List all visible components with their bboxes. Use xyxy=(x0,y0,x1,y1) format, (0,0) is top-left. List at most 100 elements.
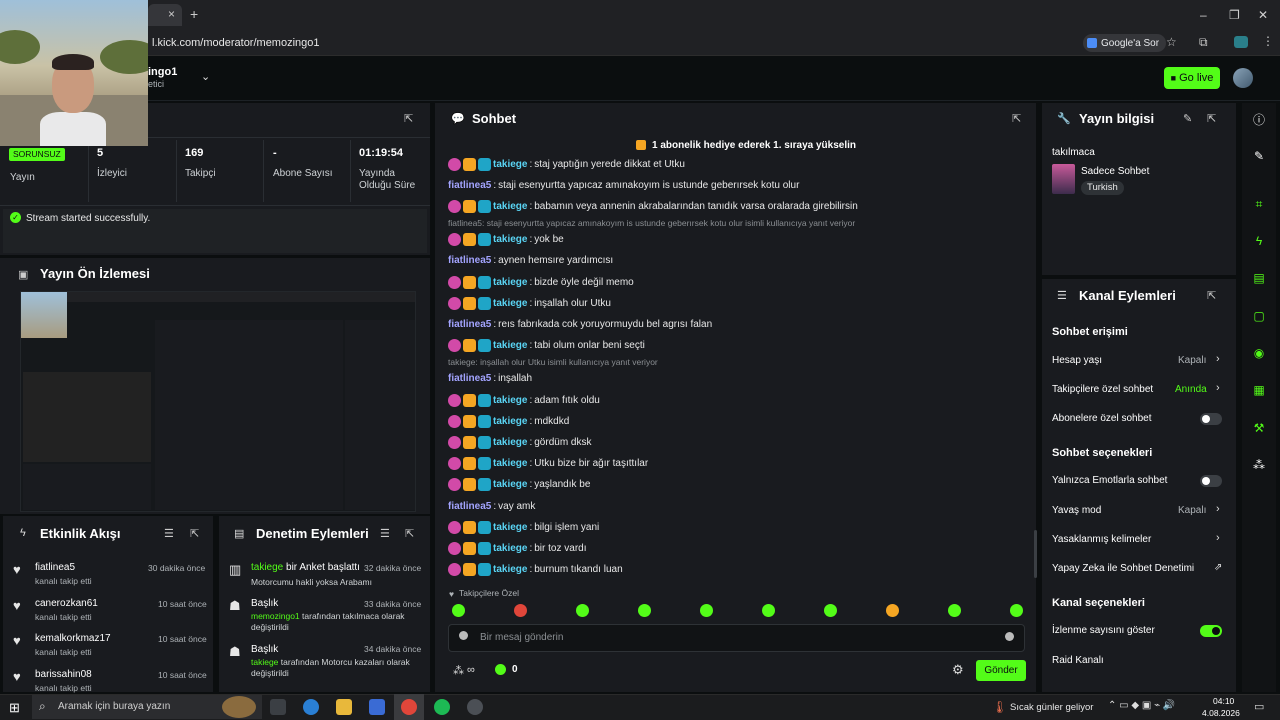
people-icon[interactable]: ⁂ xyxy=(1251,458,1267,474)
emote-icon[interactable] xyxy=(700,604,713,617)
send-button[interactable]: Gönder xyxy=(976,660,1026,681)
popout-icon[interactable]: ⇱ xyxy=(404,112,413,125)
emoji-icon[interactable] xyxy=(1005,632,1014,641)
gear-icon[interactable]: ⚙ xyxy=(952,662,964,678)
chat-username[interactable]: takiege xyxy=(493,159,527,170)
subs-chat-toggle[interactable] xyxy=(1200,413,1222,425)
emote-icon[interactable] xyxy=(514,604,527,617)
activity-user[interactable]: barissahin08 xyxy=(35,669,92,680)
emote-icon[interactable] xyxy=(452,604,465,617)
popout-icon[interactable]: ⇱ xyxy=(190,527,199,540)
edit-icon[interactable]: ✎ xyxy=(1183,112,1192,125)
filter-icon[interactable]: ☰ xyxy=(380,527,390,540)
chat-username[interactable]: fiatlinea5 xyxy=(448,180,491,191)
chat-scrollbar[interactable] xyxy=(1034,530,1037,578)
popout-icon[interactable]: ⇱ xyxy=(1207,289,1216,302)
chat-username[interactable]: takiege xyxy=(493,234,527,245)
weather-text[interactable]: Sıcak günler geliyor xyxy=(1010,702,1093,713)
minimize-icon[interactable]: – xyxy=(1200,8,1207,22)
moderation-user[interactable]: memozingo1 xyxy=(251,611,300,621)
file-explorer-icon[interactable] xyxy=(336,699,352,715)
chat-username[interactable]: takiege xyxy=(493,298,527,309)
emote-only-toggle[interactable] xyxy=(1200,475,1222,487)
chevron-right-icon[interactable]: › xyxy=(1216,503,1220,515)
emote-icon[interactable] xyxy=(762,604,775,617)
tab-close-icon[interactable]: × xyxy=(168,7,175,21)
pen-icon[interactable]: ✎ xyxy=(1251,149,1267,165)
avatar[interactable] xyxy=(1233,68,1253,88)
notification-icon[interactable]: ▭ xyxy=(1254,700,1264,713)
emote-icon[interactable] xyxy=(638,604,651,617)
layout-icon[interactable]: ▦ xyxy=(1251,383,1267,399)
category-name[interactable]: Sadece Sohbet xyxy=(1081,166,1149,177)
popout-icon[interactable]: ⇱ xyxy=(405,527,414,540)
browser-menu-icon[interactable]: ⋮ xyxy=(1262,34,1274,48)
profile-icon[interactable] xyxy=(1234,36,1248,48)
activity-user[interactable]: kemalkorkmaz17 xyxy=(35,633,111,644)
chat-username[interactable]: takiege xyxy=(493,416,527,427)
pinned-banner[interactable]: 1 abonelik hediye ederek 1. sıraya yükse… xyxy=(652,140,856,151)
chat-username[interactable]: takiege xyxy=(493,201,527,212)
clipboard-icon[interactable]: ▤ xyxy=(1251,271,1267,287)
chat-username[interactable]: fiatlinea5 xyxy=(448,373,491,384)
task-view-icon[interactable] xyxy=(270,699,286,715)
wrench-icon[interactable]: ⚒ xyxy=(1251,421,1267,437)
category-thumbnail[interactable] xyxy=(1052,164,1075,194)
channel-name[interactable]: ingo1 xyxy=(148,66,177,78)
chat-username[interactable]: takiege xyxy=(493,479,527,490)
chat-username[interactable]: takiege xyxy=(493,458,527,469)
moderation-user[interactable]: takiege xyxy=(251,657,278,667)
close-window-icon[interactable]: ✕ xyxy=(1258,8,1268,22)
preview-video[interactable] xyxy=(20,291,416,512)
popout-icon[interactable]: ⇱ xyxy=(1012,112,1021,125)
chat-icon[interactable]: ▢ xyxy=(1251,309,1267,325)
chat-username[interactable]: takiege xyxy=(493,564,527,575)
slow-mode-label[interactable]: Yavaş mod xyxy=(1052,505,1101,516)
maximize-icon[interactable]: ❐ xyxy=(1229,8,1240,22)
chat-username[interactable]: fiatlinea5 xyxy=(448,255,491,266)
chat-username[interactable]: takiege xyxy=(493,543,527,554)
emote-icon[interactable] xyxy=(824,604,837,617)
chevron-right-icon[interactable]: › xyxy=(1216,353,1220,365)
popout-icon[interactable]: ⇱ xyxy=(1207,112,1216,125)
clock-time[interactable]: 04:10 xyxy=(1213,696,1234,706)
external-link-icon[interactable]: ⇗ xyxy=(1214,562,1222,573)
tray-icons[interactable]: ⌃ ▭ ◆ ▣ ⌁ 🔊 xyxy=(1108,700,1175,711)
chat-username[interactable]: takiege xyxy=(493,437,527,448)
obs-icon[interactable] xyxy=(467,699,483,715)
emote-icon[interactable] xyxy=(948,604,961,617)
ai-moderation-label[interactable]: Yapay Zeka ile Sohbet Denetimi xyxy=(1052,563,1194,574)
activity-user[interactable]: fiatlinea5 xyxy=(35,562,75,573)
chat-username[interactable]: takiege xyxy=(493,277,527,288)
followers-chat-label[interactable]: Takipçilere özel sohbet xyxy=(1052,384,1153,395)
info-icon[interactable]: ⓘ xyxy=(1251,111,1267,127)
chat-username[interactable]: takiege xyxy=(493,340,527,351)
store-icon[interactable] xyxy=(369,699,385,715)
chat-username[interactable]: fiatlinea5 xyxy=(448,319,491,330)
windows-start-icon[interactable]: ⊞ xyxy=(9,700,20,716)
broadcast-icon[interactable]: ◉ xyxy=(1251,346,1267,362)
chrome-icon[interactable] xyxy=(401,699,417,715)
link-icon[interactable]: ∞ xyxy=(467,664,475,676)
spotify-icon[interactable] xyxy=(434,699,450,715)
emote-icon[interactable] xyxy=(886,604,899,617)
banned-words-label[interactable]: Yasaklanmış kelimeler xyxy=(1052,534,1151,545)
chevron-right-icon[interactable]: › xyxy=(1216,382,1220,394)
raid-label[interactable]: Raid Kanalı xyxy=(1052,655,1104,666)
go-live-button[interactable]: ■ Go live xyxy=(1164,67,1220,89)
qr-icon[interactable]: ⌗ xyxy=(1251,197,1267,213)
chevron-right-icon[interactable]: › xyxy=(1216,532,1220,544)
emote-icon[interactable] xyxy=(1010,604,1023,617)
emote-icon[interactable] xyxy=(576,604,589,617)
clock-date[interactable]: 4.08.2026 xyxy=(1202,708,1240,718)
bookmark-star-icon[interactable]: ☆ xyxy=(1166,35,1177,49)
community-icon[interactable]: ⁂ xyxy=(453,664,464,677)
extensions-icon[interactable]: ⧉ xyxy=(1199,35,1208,50)
chevron-down-icon[interactable]: ⌄ xyxy=(201,70,210,83)
moderation-user[interactable]: takiege xyxy=(251,562,283,573)
browser-tab[interactable] xyxy=(148,4,182,26)
chat-username[interactable]: takiege xyxy=(493,522,527,533)
new-tab-icon[interactable]: + xyxy=(190,6,198,22)
chat-mode-icon[interactable] xyxy=(459,631,468,640)
show-viewers-toggle[interactable] xyxy=(1200,625,1222,637)
